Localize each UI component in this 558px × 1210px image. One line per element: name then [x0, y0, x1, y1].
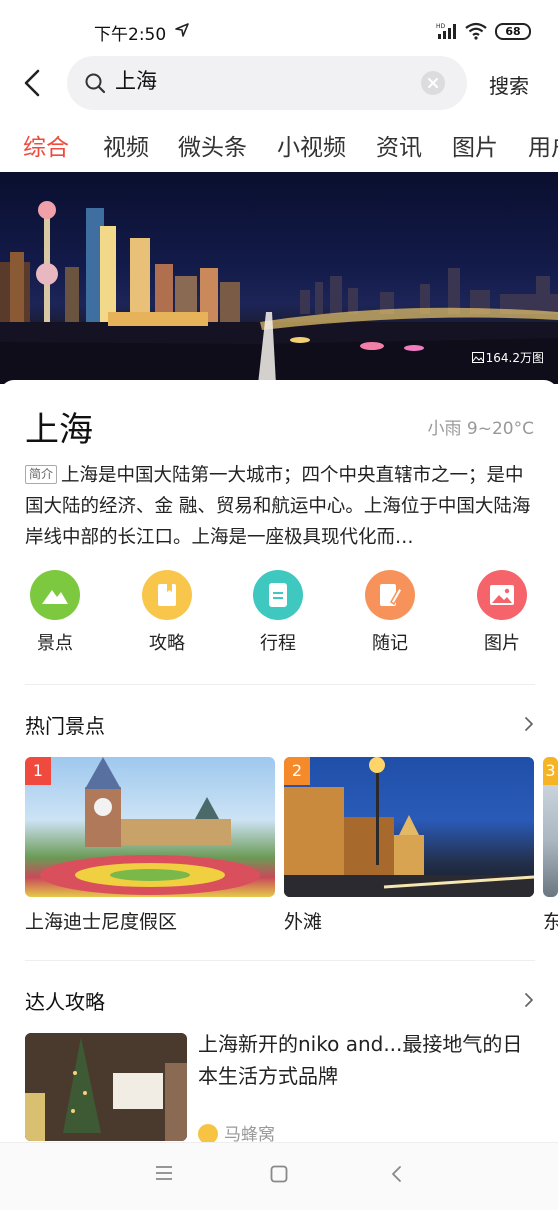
quick-links: 景点 攻略 行程 随记 图片 — [0, 570, 558, 660]
tab-images[interactable]: 图片 — [452, 128, 498, 162]
mafengwo-logo-icon — [198, 1124, 218, 1144]
wifi-icon — [465, 22, 487, 40]
guide-thumbnail[interactable] — [25, 1033, 187, 1141]
guide-title[interactable]: 上海新开的niko and...最接地气的日本生活方式品牌 — [198, 1028, 538, 1092]
city-intro[interactable]: 简介 上海是中国大陆第一大城市；四个中央直辖市之一；是中国大陆的经济、金 融、贸易… — [25, 460, 535, 553]
note-pen-icon — [365, 570, 415, 620]
hot-spots-title: 热门景点 — [25, 714, 105, 738]
back-icon[interactable] — [390, 1165, 402, 1183]
quick-link-notes[interactable]: 随记 — [350, 570, 430, 655]
quick-link-label: 图片 — [484, 633, 520, 654]
clear-search-button[interactable] — [421, 71, 445, 95]
quick-link-attractions[interactable]: 景点 — [15, 570, 95, 655]
weather-info: 小雨 9~20°C — [427, 419, 534, 439]
rank-badge: 2 — [284, 757, 310, 785]
home-icon[interactable] — [270, 1165, 288, 1183]
spot-image-bund: 2 — [284, 757, 534, 897]
document-icon — [253, 570, 303, 620]
chevron-right-icon[interactable] — [524, 716, 534, 732]
chevron-right-icon[interactable] — [524, 992, 534, 1008]
guides-title: 达人攻略 — [25, 990, 105, 1014]
status-time: 下午2:50 — [94, 25, 167, 45]
system-nav-bar — [0, 1142, 558, 1210]
quick-link-label: 随记 — [372, 633, 408, 654]
search-bar-row: 搜索 — [0, 56, 558, 112]
hot-spot-card[interactable]: 3 东 — [543, 757, 558, 934]
tab-news[interactable]: 资讯 — [376, 128, 422, 162]
search-input[interactable] — [115, 68, 415, 92]
intro-text: 上海是中国大陆第一大城市；四个中央直辖市之一；是中国大陆的经济、金 融、贸易和航… — [25, 465, 531, 548]
image-count-value: 164.2万图 — [485, 351, 544, 365]
status-bar: 下午2:50 HD 68 — [0, 0, 558, 58]
quick-link-itinerary[interactable]: 行程 — [238, 570, 318, 655]
quick-link-label: 行程 — [260, 633, 296, 654]
bund-illustration — [284, 757, 534, 897]
hot-spot-card[interactable]: 1 上海迪士尼度假区 — [25, 757, 275, 934]
book-icon — [142, 570, 192, 620]
close-icon — [428, 78, 438, 88]
city-name: 上海 — [25, 410, 93, 450]
tab-users[interactable]: 用户 — [528, 128, 558, 162]
search-icon — [85, 73, 106, 94]
rank-badge: 1 — [25, 757, 51, 785]
spot-image-disney: 1 — [25, 757, 275, 897]
quick-link-guides[interactable]: 攻略 — [127, 570, 207, 655]
tab-short-video[interactable]: 小视频 — [277, 128, 346, 162]
network-label: HD — [436, 23, 446, 30]
image-count-label: 164.2万图 — [471, 349, 544, 366]
category-tabs: 综合 视频 微头条 小视频 资讯 图片 用户 — [0, 124, 558, 168]
city-hero-image[interactable]: 164.2万图 — [0, 172, 558, 384]
spot-image-partial: 3 — [543, 757, 558, 897]
search-button[interactable]: 搜索 — [489, 70, 529, 99]
tab-video[interactable]: 视频 — [103, 128, 149, 162]
intro-tag: 简介 — [25, 465, 58, 484]
image-icon — [471, 352, 484, 363]
divider — [25, 960, 535, 961]
spot-name: 外滩 — [284, 911, 323, 933]
location-arrow-icon — [175, 23, 189, 37]
quick-link-label: 景点 — [37, 633, 73, 654]
rank-badge: 3 — [543, 757, 558, 785]
tab-micro-headline[interactable]: 微头条 — [178, 128, 247, 162]
picture-icon — [477, 570, 527, 620]
search-field[interactable] — [67, 56, 467, 110]
castle-illustration — [40, 757, 260, 895]
mountain-icon — [30, 570, 80, 620]
spot-name: 上海迪士尼度假区 — [25, 911, 178, 933]
spot-name: 东 — [543, 911, 558, 933]
divider — [25, 684, 535, 685]
store-illustration — [25, 1033, 187, 1141]
tab-comprehensive[interactable]: 综合 — [23, 128, 69, 162]
quick-link-label: 攻略 — [149, 633, 185, 654]
menu-icon[interactable] — [155, 1165, 173, 1181]
signal-icon: HD — [436, 23, 456, 39]
hot-spot-card[interactable]: 2 外滩 — [284, 757, 534, 934]
back-arrow-icon[interactable] — [20, 68, 46, 98]
quick-link-photos[interactable]: 图片 — [462, 570, 542, 655]
city-card: 上海 小雨 9~20°C 简介 上海是中国大陆第一大城市；四个中央直辖市之一；是中… — [0, 380, 558, 1160]
battery-indicator: 68 — [495, 23, 531, 40]
